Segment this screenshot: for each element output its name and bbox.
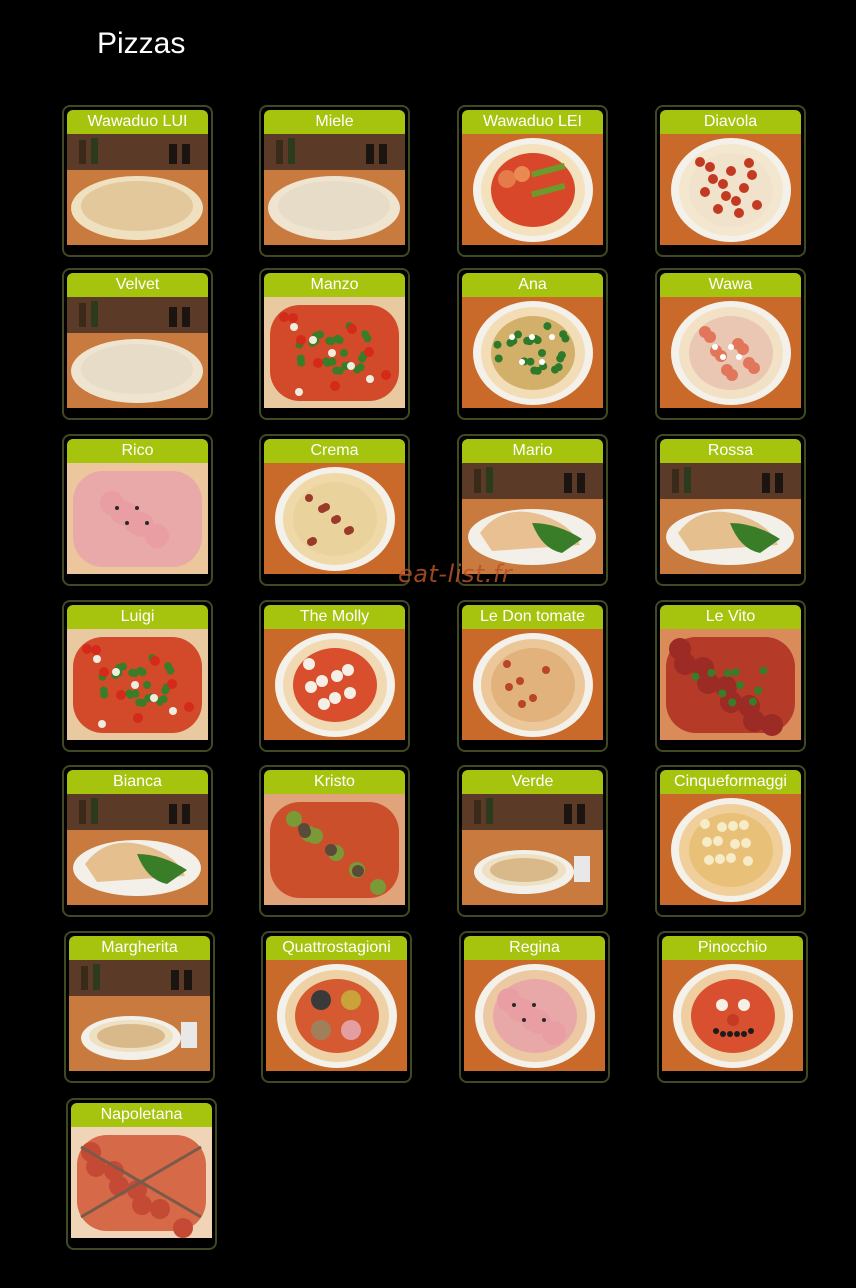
pizza-name: Napoletana <box>71 1103 212 1127</box>
pizza-name: Verde <box>462 770 603 794</box>
pizza-card[interactable]: Regina <box>459 931 610 1083</box>
pizza-card[interactable]: Luigi <box>62 600 213 752</box>
tilted-pizza-photo[interactable] <box>67 134 208 245</box>
pizza-name: Miele <box>264 110 405 134</box>
pizza-card[interactable]: Wawaduo LEI <box>457 105 608 257</box>
pizza-card[interactable]: Kristo <box>259 765 410 917</box>
pizza-name: Pinocchio <box>662 936 803 960</box>
pizza-card[interactable]: Wawa <box>655 268 806 420</box>
tilted-pizza-photo[interactable] <box>660 463 801 574</box>
pizza-card[interactable]: Quattrostagioni <box>261 931 412 1083</box>
top-pizza-photo[interactable] <box>67 463 208 574</box>
pizza-card[interactable]: Crema <box>259 434 410 586</box>
pizza-name: Regina <box>464 936 605 960</box>
pizza-card[interactable]: Rossa <box>655 434 806 586</box>
pizza-name: Wawaduo LEI <box>462 110 603 134</box>
pizza-name: Crema <box>264 439 405 463</box>
pizza-card[interactable]: Ana <box>457 268 608 420</box>
tilted-pizza-photo[interactable] <box>462 463 603 574</box>
tilted-pizza-photo[interactable] <box>264 134 405 245</box>
watermark: eat-list.fr <box>398 560 513 588</box>
pizza-card[interactable]: The Molly <box>259 600 410 752</box>
pizza-card[interactable]: Rico <box>62 434 213 586</box>
tilted-pizza-photo[interactable] <box>67 297 208 408</box>
pizza-name: Kristo <box>264 770 405 794</box>
pizza-card[interactable]: Le Vito <box>655 600 806 752</box>
tilted-pizza-photo[interactable] <box>462 794 603 905</box>
top-pizza-photo[interactable] <box>462 297 603 408</box>
tilted-pizza-photo[interactable] <box>69 960 210 1071</box>
pizza-name: Le Vito <box>660 605 801 629</box>
pizza-card[interactable]: Bianca <box>62 765 213 917</box>
pizza-name: Rossa <box>660 439 801 463</box>
top-pizza-photo[interactable] <box>662 960 803 1071</box>
pizza-name: Diavola <box>660 110 801 134</box>
top-pizza-photo[interactable] <box>660 629 801 740</box>
pizza-card[interactable]: Wawaduo LUI <box>62 105 213 257</box>
top-pizza-photo[interactable] <box>264 297 405 408</box>
top-pizza-photo[interactable] <box>266 960 407 1071</box>
pizza-name: Velvet <box>67 273 208 297</box>
pizza-card[interactable]: Napoletana <box>66 1098 217 1250</box>
pizza-name: Rico <box>67 439 208 463</box>
pizza-card[interactable]: Manzo <box>259 268 410 420</box>
top-pizza-photo[interactable] <box>264 463 405 574</box>
tilted-pizza-photo[interactable] <box>67 794 208 905</box>
pizza-name: Wawa <box>660 273 801 297</box>
top-pizza-photo[interactable] <box>660 134 801 245</box>
pizza-card[interactable]: Margherita <box>64 931 215 1083</box>
pizza-name: Manzo <box>264 273 405 297</box>
top-pizza-photo[interactable] <box>462 134 603 245</box>
top-pizza-photo[interactable] <box>264 629 405 740</box>
pizza-card[interactable]: Pinocchio <box>657 931 808 1083</box>
top-pizza-photo[interactable] <box>264 794 405 905</box>
top-pizza-photo[interactable] <box>71 1127 212 1238</box>
page-title: Pizzas <box>97 27 186 60</box>
top-pizza-photo[interactable] <box>660 297 801 408</box>
pizza-name: Wawaduo LUI <box>67 110 208 134</box>
pizza-name: Luigi <box>67 605 208 629</box>
pizza-card[interactable]: Le Don tomate <box>457 600 608 752</box>
top-pizza-photo[interactable] <box>462 629 603 740</box>
pizza-name: Cinqueformaggi <box>660 770 801 794</box>
pizza-card[interactable]: Miele <box>259 105 410 257</box>
top-pizza-photo[interactable] <box>67 629 208 740</box>
pizza-card[interactable]: Verde <box>457 765 608 917</box>
pizza-card[interactable]: Cinqueformaggi <box>655 765 806 917</box>
pizza-name: Mario <box>462 439 603 463</box>
pizza-name: Margherita <box>69 936 210 960</box>
pizza-card[interactable]: Velvet <box>62 268 213 420</box>
pizza-name: Quattrostagioni <box>266 936 407 960</box>
pizza-name: Le Don tomate <box>462 605 603 629</box>
top-pizza-photo[interactable] <box>660 794 801 905</box>
pizza-name: Ana <box>462 273 603 297</box>
top-pizza-photo[interactable] <box>464 960 605 1071</box>
pizza-name: Bianca <box>67 770 208 794</box>
pizza-card[interactable]: Diavola <box>655 105 806 257</box>
pizza-name: The Molly <box>264 605 405 629</box>
